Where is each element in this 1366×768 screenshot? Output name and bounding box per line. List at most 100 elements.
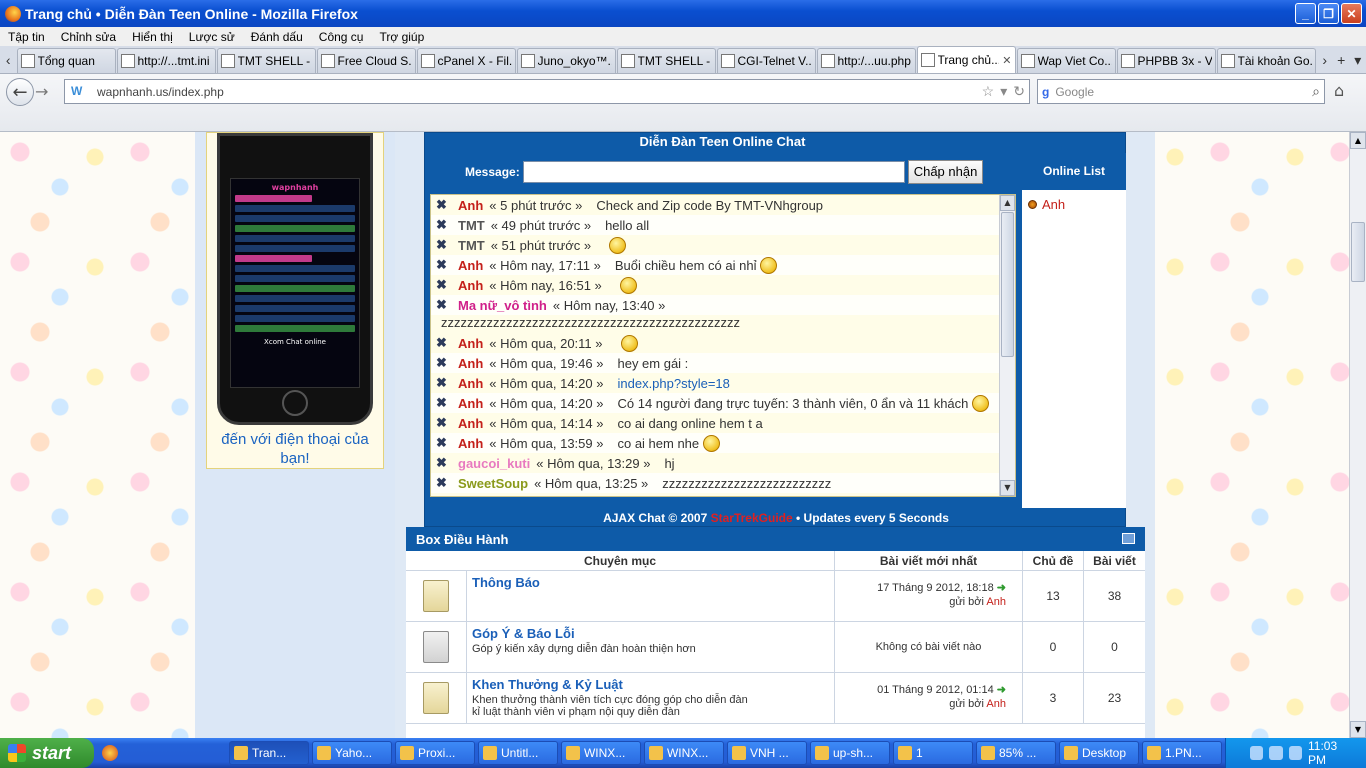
chat-username[interactable]: Ma nữ_vô tình <box>458 298 547 313</box>
forum-category-title[interactable]: Box Điều Hành <box>416 532 508 547</box>
delete-message-icon[interactable]: ✖ <box>436 297 450 313</box>
scroll-thumb[interactable] <box>1351 222 1365 282</box>
tray-icon[interactable] <box>1288 746 1302 760</box>
chat-username[interactable]: Anh <box>458 198 483 213</box>
tray-icon[interactable] <box>1250 746 1264 760</box>
collapse-icon[interactable] <box>1122 533 1135 544</box>
scroll-up-icon[interactable]: ▲ <box>1350 132 1366 149</box>
tab-11[interactable]: PHPBB 3x - Vi... <box>1116 48 1216 73</box>
clock[interactable]: 11:03 PM <box>1308 739 1356 767</box>
chat-username[interactable]: Anh <box>458 336 483 351</box>
chat-scrollbar[interactable]: ▲ ▼ <box>999 195 1015 496</box>
taskbar-button[interactable]: up-sh... <box>809 741 890 765</box>
close-window-button[interactable]: ✕ <box>1341 3 1362 24</box>
google-icon[interactable]: g <box>1042 85 1049 99</box>
tab-5[interactable]: Juno_okyo™... <box>516 48 616 73</box>
back-button[interactable]: ← <box>6 78 34 106</box>
online-user[interactable]: Anh <box>1022 190 1126 219</box>
menu-item[interactable]: Đánh dấu <box>243 30 311 44</box>
tab-list-icon[interactable]: ▾ <box>1350 47 1366 73</box>
delete-message-icon[interactable]: ✖ <box>436 355 450 371</box>
url-bar[interactable]: W wapnhanh.us/index.php ☆ ▾ ↻ <box>64 79 1030 104</box>
forward-button[interactable]: → <box>35 82 48 101</box>
delete-message-icon[interactable]: ✖ <box>436 237 450 253</box>
chat-username[interactable]: TMT <box>458 238 485 253</box>
taskbar-button[interactable]: 1.PN... <box>1141 741 1222 765</box>
taskbar-button[interactable]: WINX... <box>643 741 724 765</box>
chat-username[interactable]: Anh <box>458 376 483 391</box>
go-to-post-icon[interactable]: ➜ <box>994 582 1006 594</box>
tab-12[interactable]: Tài khoản Go... <box>1216 48 1316 73</box>
search-icon[interactable]: ⌕ <box>1312 83 1320 100</box>
tab-2[interactable]: TMT SHELL - ... <box>216 48 316 73</box>
tab-6[interactable]: TMT SHELL - ... <box>616 48 716 73</box>
chat-footer-link[interactable]: StarTrekGuide <box>711 511 793 525</box>
scroll-up-icon[interactable]: ▲ <box>1000 195 1015 211</box>
chat-username[interactable]: SweetSoup <box>458 476 528 491</box>
tab-10[interactable]: Wap Viet Co... <box>1016 48 1116 73</box>
mobile-promo-box[interactable]: wapnhanh Xcom Chat online đến với điện t… <box>206 132 384 469</box>
home-icon[interactable]: ⌂ <box>1334 81 1344 100</box>
forum-title[interactable]: Thông Báo <box>472 575 829 590</box>
tab-0[interactable]: Tổng quan <box>16 48 116 73</box>
taskbar-button[interactable]: Proxi... <box>394 741 475 765</box>
chat-username[interactable]: Anh <box>458 416 483 431</box>
forum-title[interactable]: Khen Thưởng & Kỷ Luật <box>472 677 829 692</box>
delete-message-icon[interactable]: ✖ <box>436 455 450 471</box>
restore-button[interactable]: ❐ <box>1318 3 1339 24</box>
chat-username[interactable]: Anh <box>458 396 483 411</box>
dropdown-arrow-icon[interactable]: ▾ <box>1000 83 1007 100</box>
menu-item[interactable]: Chỉnh sửa <box>53 30 124 44</box>
tray-icon[interactable] <box>1269 746 1283 760</box>
taskbar-button[interactable]: Untitl... <box>477 741 558 765</box>
chat-username[interactable]: Anh <box>458 258 483 273</box>
chat-username[interactable]: Anh <box>458 356 483 371</box>
search-input[interactable]: g Google ⌕ <box>1037 79 1325 104</box>
chrome-icon[interactable] <box>102 745 119 761</box>
menu-item[interactable]: Hiển thị <box>124 30 181 44</box>
online-user-name[interactable]: Anh <box>1042 197 1065 212</box>
scroll-thumb[interactable] <box>1001 212 1014 357</box>
taskbar-button[interactable]: 85% ... <box>975 741 1056 765</box>
chat-username[interactable]: TMT <box>458 218 485 233</box>
delete-message-icon[interactable]: ✖ <box>436 257 450 273</box>
menu-item[interactable]: Lược sử <box>181 30 243 44</box>
forum-title[interactable]: Góp Ý & Báo Lỗi <box>472 626 829 641</box>
chat-log[interactable]: ✖ Anh « 5 phút trước » Check and Zip code B… <box>430 194 1016 497</box>
taskbar-button[interactable]: WINX... <box>560 741 641 765</box>
menu-item[interactable]: Trợ giúp <box>371 30 432 44</box>
taskbar-button[interactable]: VNH ... <box>726 741 807 765</box>
tab-scroll-left-icon[interactable]: ‹ <box>0 47 17 73</box>
taskbar-button[interactable]: Tran... <box>228 741 309 765</box>
scroll-down-icon[interactable]: ▼ <box>1000 480 1015 496</box>
delete-message-icon[interactable]: ✖ <box>436 475 450 491</box>
go-to-post-icon[interactable]: ➜ <box>994 684 1006 696</box>
reload-icon[interactable]: ↻ <box>1013 83 1025 100</box>
chat-username[interactable]: Anh <box>458 436 483 451</box>
delete-message-icon[interactable]: ✖ <box>436 415 450 431</box>
start-button[interactable]: start <box>0 738 95 768</box>
delete-message-icon[interactable]: ✖ <box>436 375 450 391</box>
tab-3[interactable]: Free Cloud S... <box>316 48 416 73</box>
tab-scroll-right-icon[interactable]: › <box>1317 47 1334 73</box>
last-post-author[interactable]: Anh <box>986 698 1006 710</box>
tab-7[interactable]: CGI-Telnet V... <box>716 48 816 73</box>
close-tab-icon[interactable]: ✕ <box>1002 54 1011 67</box>
delete-message-icon[interactable]: ✖ <box>436 277 450 293</box>
new-tab-icon[interactable]: + <box>1333 47 1350 73</box>
delete-message-icon[interactable]: ✖ <box>436 395 450 411</box>
chat-link[interactable]: index.php?style=18 <box>617 376 729 391</box>
menu-item[interactable]: Tập tin <box>0 30 53 44</box>
submit-button[interactable]: Chấp nhận <box>907 159 984 184</box>
bookmark-star-icon[interactable]: ☆ <box>982 83 995 100</box>
scroll-down-icon[interactable]: ▼ <box>1350 721 1366 738</box>
delete-message-icon[interactable]: ✖ <box>436 335 450 351</box>
chat-username[interactable]: Anh <box>458 278 483 293</box>
minimize-button[interactable]: _ <box>1295 3 1316 24</box>
page-scrollbar[interactable]: ▲ ▼ <box>1349 132 1366 738</box>
delete-message-icon[interactable]: ✖ <box>436 197 450 213</box>
menu-item[interactable]: Công cụ <box>311 30 372 44</box>
phone-caption[interactable]: đến với điện thoại của bạn! <box>207 430 383 468</box>
tab-8[interactable]: http:/...uu.php <box>816 48 916 73</box>
delete-message-icon[interactable]: ✖ <box>436 435 450 451</box>
